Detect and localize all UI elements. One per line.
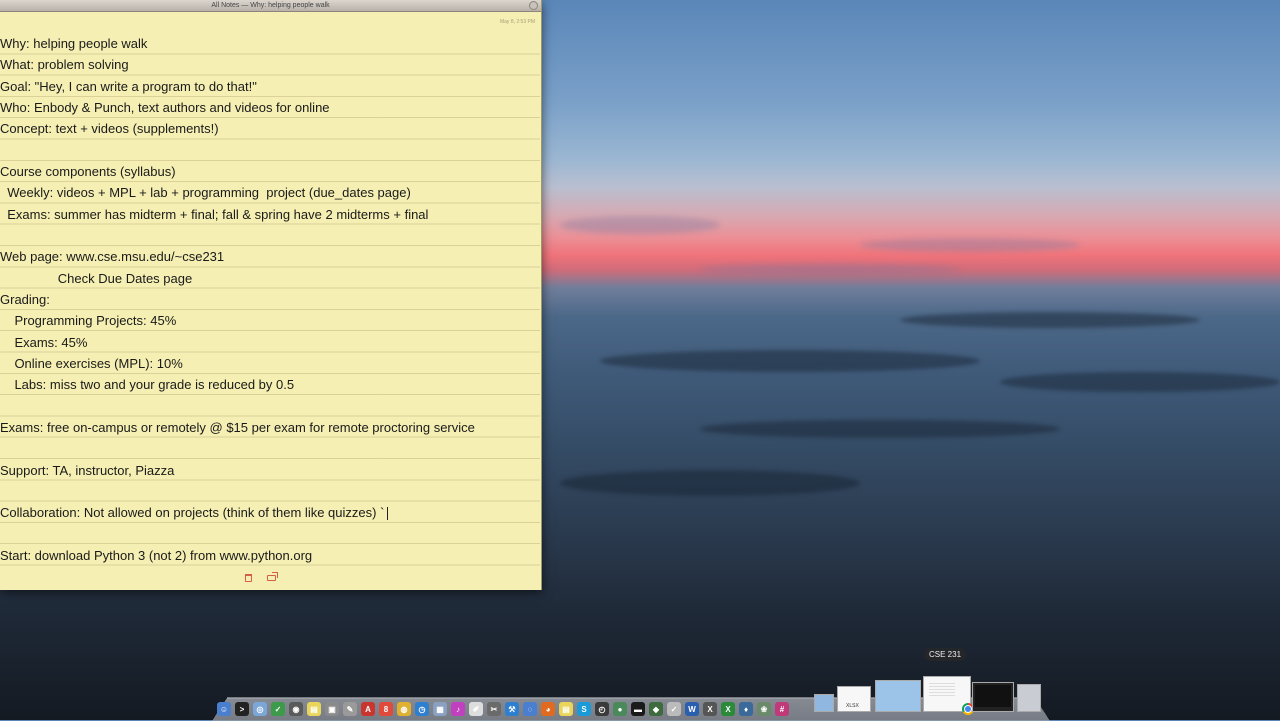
xcode-icon[interactable]: ⚒ (505, 702, 519, 716)
app-store-icon[interactable]: ◷ (415, 702, 429, 716)
note-line: Labs: miss two and your grade is reduced… (0, 377, 295, 393)
note-line: What: problem solving (0, 57, 129, 73)
cloud (700, 264, 960, 274)
console-icon[interactable]: ▬ (631, 702, 645, 716)
window-titlebar[interactable]: All Notes — Why: helping people walk (0, 0, 541, 12)
growl-icon[interactable]: ❀ (757, 702, 771, 716)
note-line: Concept: text + videos (supplements!) (0, 121, 219, 137)
folder-stack-icon[interactable] (875, 680, 921, 712)
textedit-icon[interactable]: ✐ (469, 702, 483, 716)
dock-tooltip: CSE 231 (924, 648, 967, 661)
notes-window: All Notes — Why: helping people walk May… (0, 0, 542, 590)
chrome-icon[interactable]: ◍ (397, 702, 411, 716)
note-line (0, 396, 540, 417)
scripts-icon[interactable]: ✎ (343, 702, 357, 716)
note-date: May 8, 2:53 PM (499, 19, 535, 25)
time-machine-icon[interactable]: ◴ (595, 702, 609, 716)
note-line (0, 524, 540, 545)
note-line: Exams: free on-campus or remotely @ $15 … (0, 419, 475, 435)
acrobat-icon[interactable]: A (361, 702, 375, 716)
delete-note-icon[interactable] (245, 574, 252, 582)
cloud (860, 238, 1080, 252)
slack-icon[interactable]: # (775, 702, 789, 716)
doc-label: XLSX (846, 703, 859, 709)
note-line: Check Due Dates page (0, 270, 193, 286)
camera-icon[interactable]: ● (613, 702, 627, 716)
wave (900, 312, 1200, 328)
note-line: Programming Projects: 45% (0, 313, 177, 329)
word-icon[interactable]: W (685, 702, 699, 716)
safari-icon[interactable]: ◎ (253, 702, 267, 716)
preview-icon[interactable]: ▣ (325, 702, 339, 716)
folder-icon[interactable] (814, 694, 834, 712)
note-line: Why: helping people walk (0, 36, 148, 51)
tools-icon[interactable]: ✂ (487, 702, 501, 716)
trash-icon[interactable] (1017, 684, 1041, 712)
note-line: Exams: summer has midterm + final; fall … (0, 206, 429, 222)
cloud (560, 216, 720, 234)
note-line: Course components (syllabus) (0, 163, 176, 179)
note-line (0, 225, 540, 246)
note-line: Start: download Python 3 (not 2) from ww… (0, 547, 313, 563)
doc-preview (929, 683, 955, 697)
wave (560, 470, 860, 496)
window-title: All Notes — Why: helping people walk (211, 2, 330, 9)
note-line: Collaboration: Not allowed on projects (… (0, 502, 540, 523)
terminal-screen (975, 685, 1011, 707)
x11-icon[interactable]: X (703, 702, 717, 716)
wave (1000, 372, 1280, 392)
maps-icon[interactable]: ✓ (271, 702, 285, 716)
note-line: Grading: (0, 291, 50, 307)
xlsx-doc-icon[interactable]: XLSX (837, 686, 871, 712)
note-line (0, 140, 540, 161)
wave (600, 350, 980, 372)
note-line: Support: TA, instructor, Piazza (0, 462, 175, 478)
note-line: Online exercises (MPL): 10% (0, 355, 183, 371)
note-line: Goal: "Hey, I can write a program to do … (0, 78, 257, 94)
note-line: Exams: 45% (0, 334, 88, 350)
note-line (0, 481, 540, 502)
firefox-icon[interactable]: ◕ (541, 702, 555, 716)
note-line (0, 438, 540, 459)
note-line: Web page: www.cse.msu.edu/~cse231 (0, 249, 225, 265)
terminal-window-icon[interactable] (972, 682, 1014, 712)
excel-icon[interactable]: X (721, 702, 735, 716)
close-button[interactable] (529, 1, 538, 10)
notes-icon[interactable]: ▤ (559, 702, 573, 716)
itunes-icon[interactable]: ♪ (451, 702, 465, 716)
cse231-doc-icon[interactable] (923, 676, 974, 715)
terminal-icon[interactable]: > (235, 702, 249, 716)
note-editor[interactable]: Why: helping people walk What: problem so… (0, 33, 540, 570)
stickies-icon[interactable]: ▤ (307, 702, 321, 716)
network-icon[interactable]: ◌ (523, 702, 537, 716)
share-icon[interactable] (267, 572, 278, 581)
photo-icon[interactable]: ▦ (433, 702, 447, 716)
note-line: Weekly: videos + MPL + lab + programming… (0, 185, 411, 201)
wave (700, 420, 1060, 438)
dashboard-icon[interactable]: ◉ (289, 702, 303, 716)
note-line: Who: Enbody & Punch, text authors and vi… (0, 99, 330, 115)
skype-icon[interactable]: S (577, 702, 591, 716)
text-cursor (387, 507, 389, 521)
note-footer (0, 572, 541, 586)
python-icon[interactable]: ◆ (649, 702, 663, 716)
finder-icon[interactable]: ☺ (217, 702, 231, 716)
reminders-icon[interactable]: ✓ (667, 702, 681, 716)
vpn-icon[interactable]: ♦ (739, 702, 753, 716)
calendar-icon[interactable]: 8 (379, 702, 393, 716)
